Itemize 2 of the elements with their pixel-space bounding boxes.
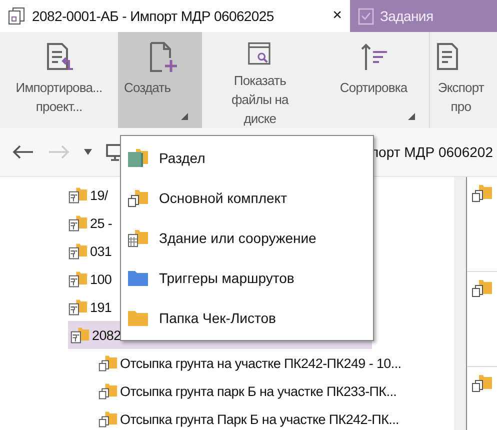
tab-label: 2082-0001-АБ - Импорт МДР 06062025 bbox=[32, 8, 274, 24]
tab-label: Задания bbox=[380, 8, 434, 24]
